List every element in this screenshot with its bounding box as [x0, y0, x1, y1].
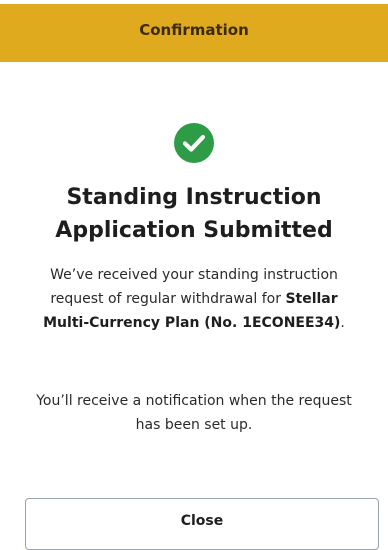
message-end: .	[340, 315, 345, 331]
notification-notice: You’ll receive a notification when the r…	[36, 393, 352, 433]
page-title: Standing Instruction Application Submitt…	[0, 181, 388, 247]
close-button-label: Close	[180, 513, 224, 529]
check-circle-icon	[174, 123, 214, 163]
header-title: Confirmation	[139, 21, 249, 39]
page-title-line-1: Standing Instruction	[66, 185, 322, 210]
page-title-line-2: Application Submitted	[55, 218, 333, 243]
header-bar: Confirmation	[0, 4, 388, 62]
close-button[interactable]: Close	[25, 498, 379, 550]
confirmation-message: We’ve received your standing instruction…	[28, 263, 360, 335]
